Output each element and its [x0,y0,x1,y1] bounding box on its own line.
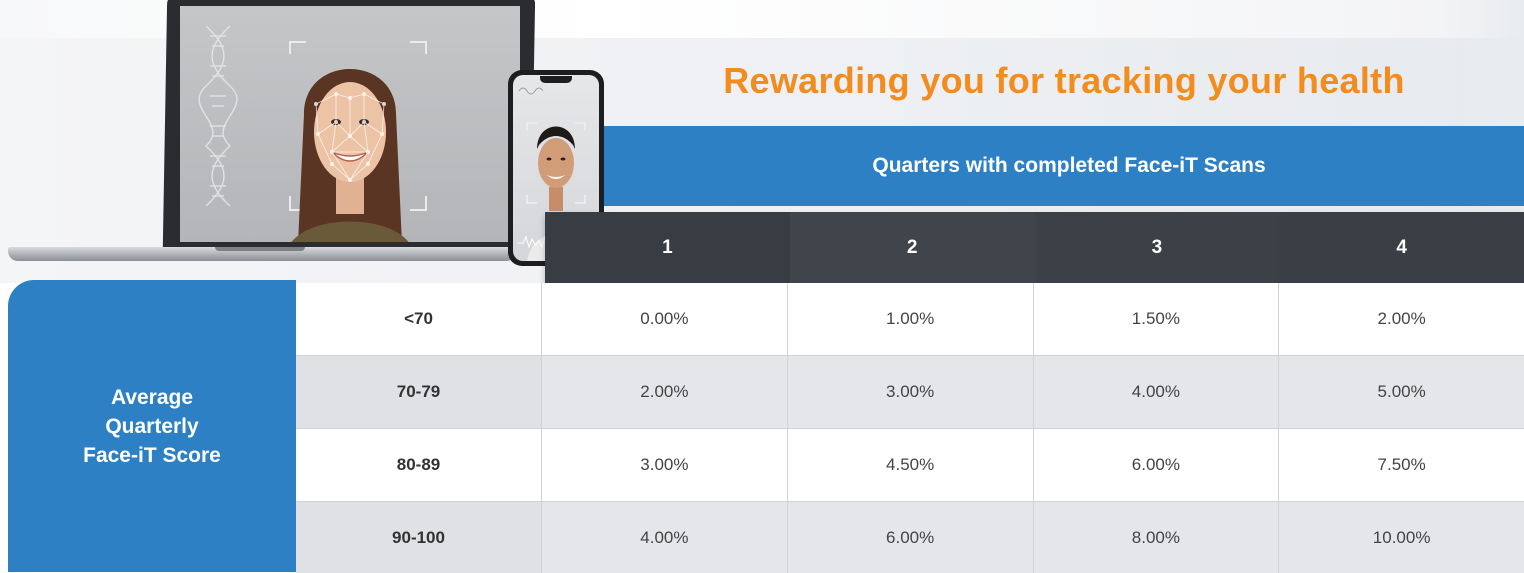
score-range-cell: <70 [296,283,541,355]
table-row: <70 0.00% 1.00% 1.50% 2.00% [296,283,1524,355]
reward-value-cell: 8.00% [1032,502,1279,573]
reward-value-cell: 3.00% [786,356,1033,428]
quarter-column-4: 4 [1279,212,1524,283]
reward-value-cell: 5.00% [1278,356,1524,428]
reward-value-cell: 7.50% [1278,429,1524,501]
reward-value-cell: 3.00% [541,429,787,501]
reward-value-cell: 1.50% [1032,283,1279,355]
score-range-cell: 80-89 [296,429,541,501]
reward-value-cell: 10.00% [1278,502,1524,573]
laptop-screen [180,6,520,242]
reward-value-cell: 0.00% [541,283,787,355]
quarter-column-2: 2 [789,212,1035,283]
score-label-panel: Average Quarterly Face-iT Score [8,280,296,572]
dna-helix-icon [198,26,238,207]
reward-value-cell: 4.00% [1032,356,1279,428]
laptop-illustration [0,0,536,272]
reward-table: <70 0.00% 1.00% 1.50% 2.00% 70-79 2.00% … [296,283,1524,573]
score-label: Average Quarterly Face-iT Score [83,385,221,467]
quarter-column-headers: 1 2 3 4 [545,212,1524,283]
page-title: Rewarding you for tracking your health [723,60,1405,101]
reward-value-cell: 6.00% [1032,429,1279,501]
reward-value-cell: 2.00% [1278,283,1524,355]
quarters-header: Quarters with completed Face-iT Scans [604,126,1524,206]
reward-value-cell: 4.00% [541,502,787,573]
score-range-cell: 90-100 [296,502,541,573]
reward-value-cell: 6.00% [786,502,1033,573]
quarter-column-3: 3 [1034,212,1280,283]
score-range-cell: 70-79 [296,356,541,428]
woman-face-scan-image [289,41,427,242]
reward-value-cell: 1.00% [786,283,1033,355]
quarter-column-1: 1 [545,212,790,283]
table-row: 80-89 3.00% 4.50% 6.00% 7.50% [296,429,1524,501]
reward-value-cell: 4.50% [786,429,1033,501]
table-row: 90-100 4.00% 6.00% 8.00% 10.00% [296,502,1524,573]
laptop-notch [215,247,305,251]
reward-value-cell: 2.00% [541,356,787,428]
phone-notch [540,76,572,83]
table-row: 70-79 2.00% 3.00% 4.00% 5.00% [296,356,1524,428]
